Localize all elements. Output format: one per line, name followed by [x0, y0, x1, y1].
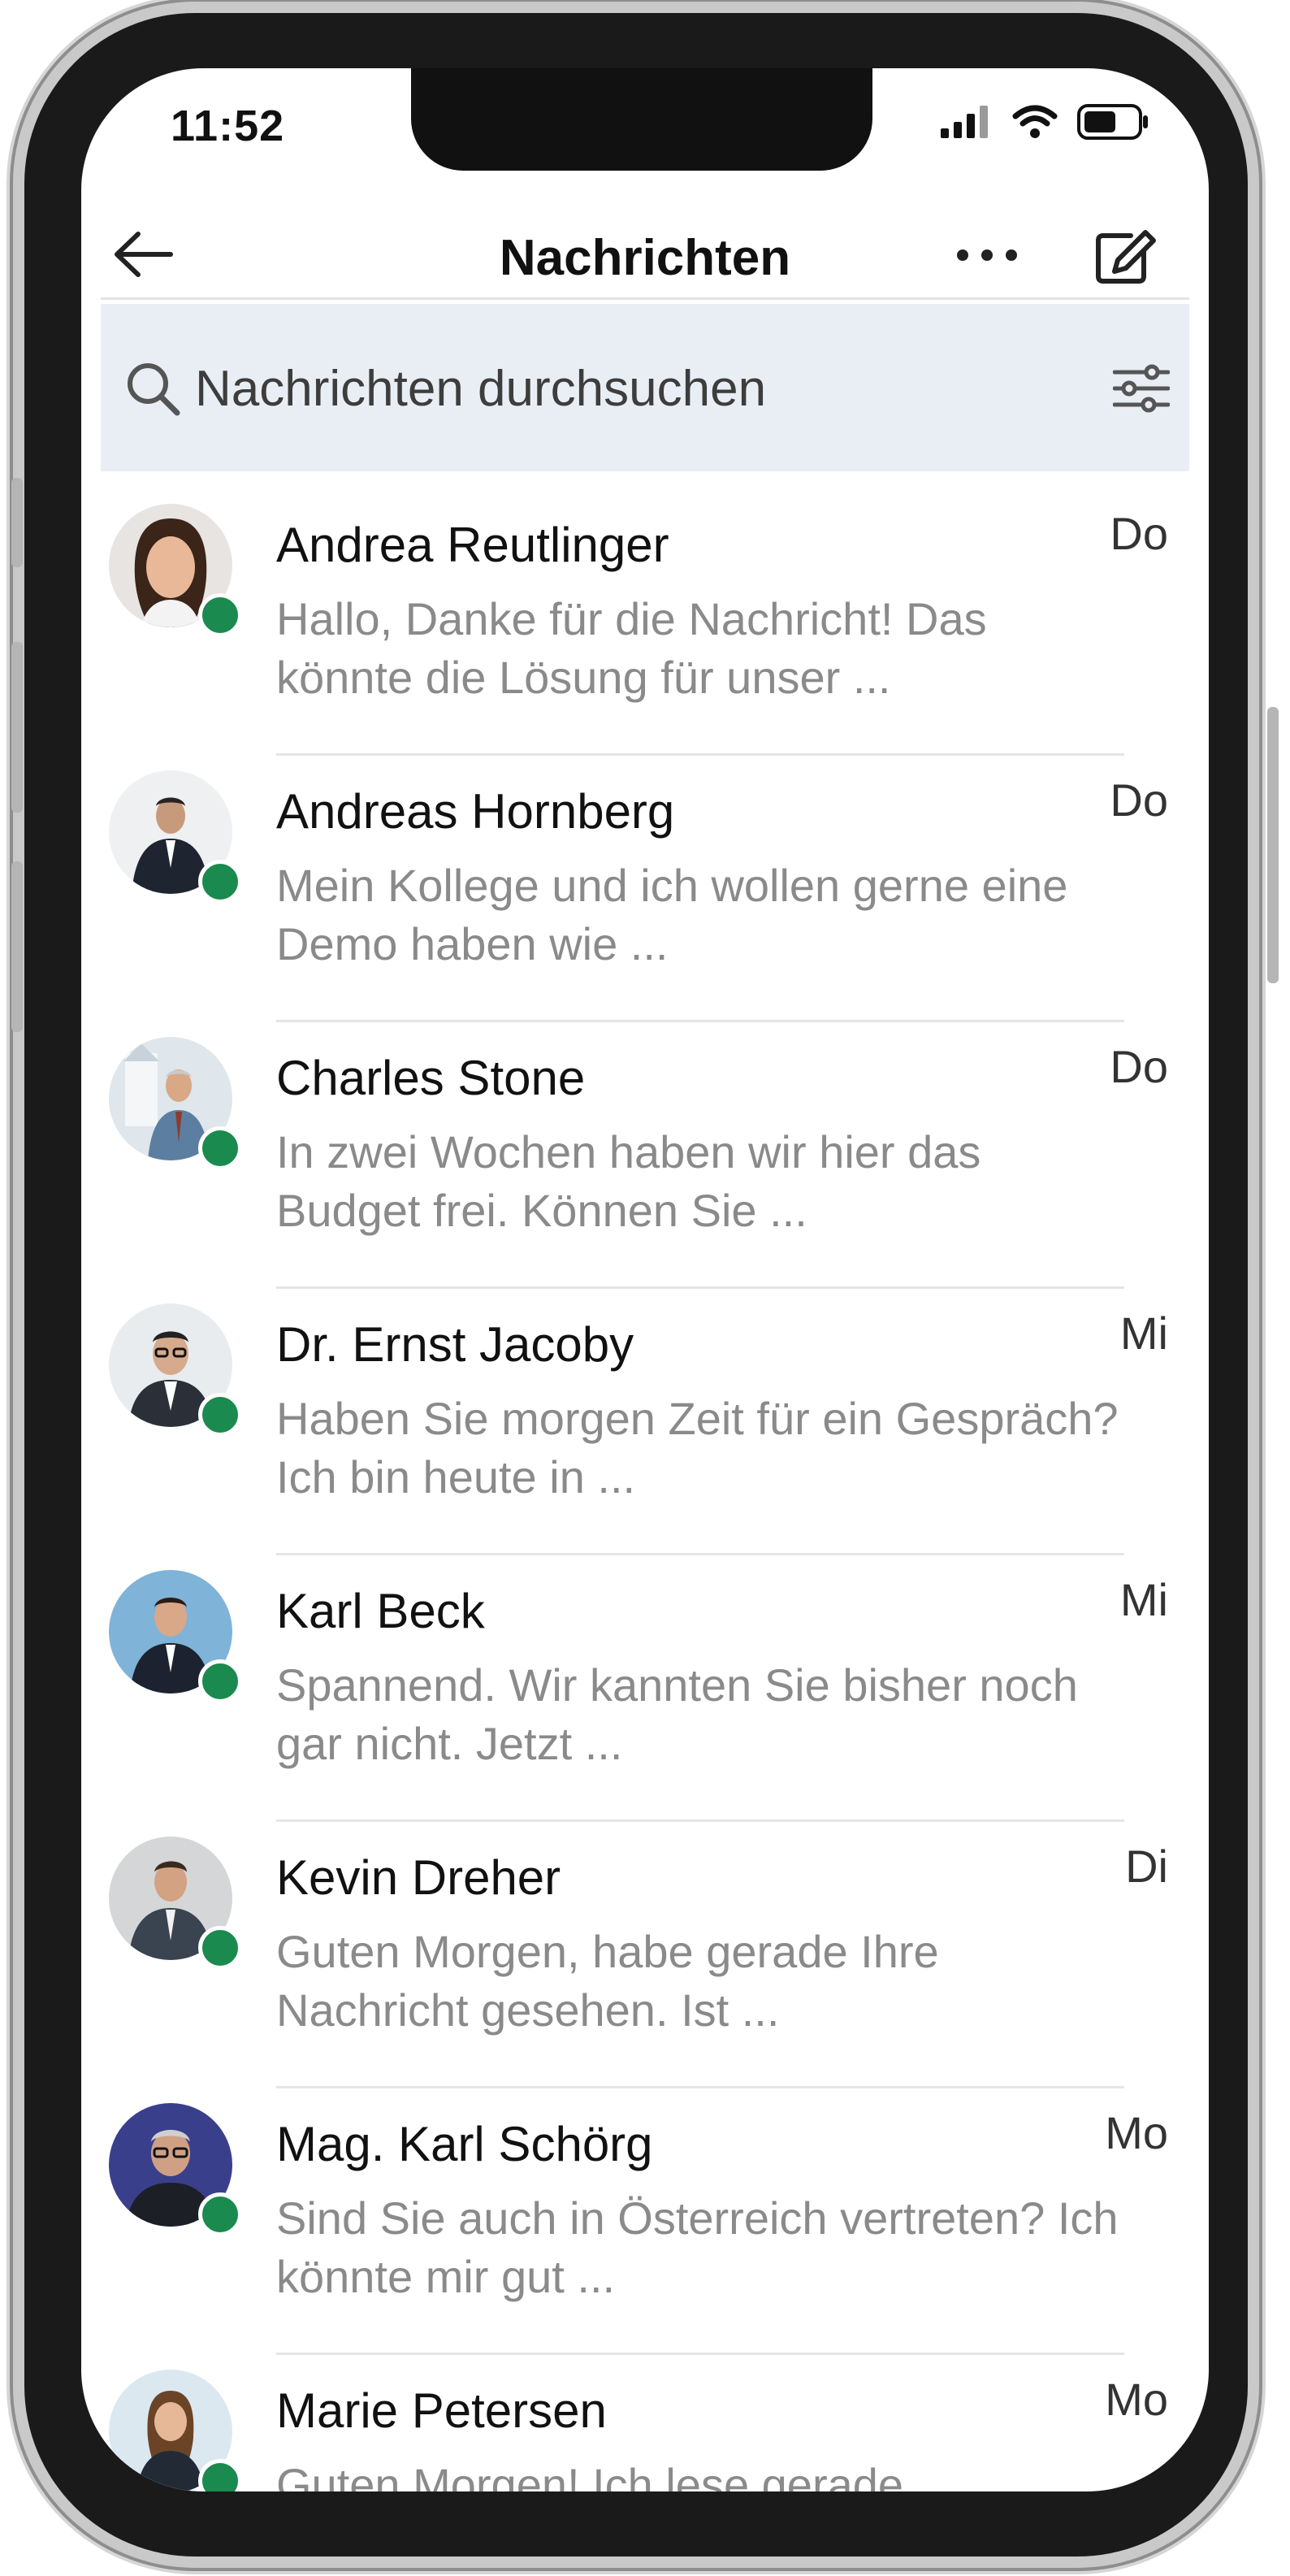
- conversation-item[interactable]: Andrea Reutlinger Do Hallo, Danke für di…: [81, 489, 1209, 756]
- conversation-item[interactable]: Dr. Ernst Jacoby Mi Haben Sie morgen Zei…: [81, 1289, 1209, 1555]
- contact-name: Charles Stone: [276, 1051, 586, 1105]
- battery-icon: [1077, 104, 1148, 140]
- phone-screen: 11:52 Nachrichten Nachrichten durchsuche…: [81, 68, 1209, 2491]
- filter-sliders-icon: [1112, 364, 1171, 413]
- avatar-wrap: [109, 1037, 242, 1170]
- avatar-wrap: [109, 1303, 242, 1437]
- compose-icon: [1096, 230, 1156, 284]
- message-preview: Guten Morgen, habe gerade Ihre Nachricht…: [276, 1926, 939, 2036]
- phone-side-button-volume-down: [11, 861, 23, 1032]
- wifi-icon: [1012, 105, 1058, 138]
- online-status-dot: [198, 2459, 242, 2491]
- message-day: Mo: [1105, 2374, 1168, 2425]
- conversation-item[interactable]: Charles Stone Do In zwei Wochen haben wi…: [81, 1022, 1209, 1289]
- online-status-dot: [198, 1126, 242, 1170]
- message-day: Di: [1125, 1841, 1168, 1892]
- search-input[interactable]: [195, 349, 1072, 427]
- phone-side-button-mute: [11, 478, 23, 567]
- avatar-wrap: [109, 770, 242, 904]
- avatar-wrap: [109, 1570, 242, 1703]
- message-day: Do: [1110, 508, 1168, 559]
- search-icon: [128, 363, 180, 416]
- compose-button[interactable]: [1093, 228, 1158, 286]
- online-status-dot: [198, 1659, 242, 1703]
- avatar-wrap: [109, 2370, 242, 2491]
- conversation-item[interactable]: Karl Beck Mi Spannend. Wir kannten Sie b…: [81, 1555, 1209, 1822]
- cellular-signal-icon: [941, 106, 988, 138]
- contact-name: Andrea Reutlinger: [276, 518, 669, 572]
- online-status-dot: [198, 2192, 242, 2236]
- page-title: Nachrichten: [499, 230, 791, 286]
- online-status-dot: [198, 860, 242, 904]
- message-day: Mo: [1105, 2107, 1168, 2158]
- conversation-item[interactable]: Marie Petersen Mo Guten Morgen! Ich lese…: [81, 2355, 1209, 2491]
- message-preview: Guten Morgen! Ich lese gerade: [276, 2459, 904, 2491]
- more-options-button[interactable]: [950, 231, 1024, 280]
- header-divider: [101, 297, 1189, 300]
- status-icons: [941, 104, 1150, 140]
- avatar-wrap: [109, 2103, 242, 2236]
- contact-name: Kevin Dreher: [276, 1850, 561, 1905]
- contact-name: Dr. Ernst Jacoby: [276, 1317, 634, 1372]
- message-preview: Mein Kollege und ich wollen gerne eine D…: [276, 860, 1068, 969]
- conversation-item[interactable]: Kevin Dreher Di Guten Morgen, habe gerad…: [81, 1822, 1209, 2088]
- contact-name: Karl Beck: [276, 1584, 485, 1638]
- contact-name: Marie Petersen: [276, 2383, 607, 2438]
- conversation-list: Andrea Reutlinger Do Hallo, Danke für di…: [81, 489, 1209, 2491]
- message-day: Mi: [1119, 1308, 1168, 1359]
- conversation-item[interactable]: Mag. Karl Schörg Mo Sind Sie auch in Öst…: [81, 2088, 1209, 2355]
- filter-button[interactable]: [1112, 364, 1171, 413]
- message-preview: Haben Sie morgen Zeit für ein Gespräch? …: [276, 1393, 1119, 1503]
- phone-side-button-power: [1267, 707, 1279, 983]
- contact-name: Mag. Karl Schörg: [276, 2117, 653, 2171]
- message-day: Do: [1110, 1041, 1168, 1092]
- conversation-item[interactable]: Andreas Hornberg Do Mein Kollege und ich…: [81, 756, 1209, 1022]
- message-preview: Sind Sie auch in Österreich vertreten? I…: [276, 2192, 1119, 2302]
- phone-side-button-volume-up: [11, 642, 23, 813]
- avatar-wrap: [109, 504, 242, 637]
- message-day: Mi: [1119, 1574, 1168, 1625]
- online-status-dot: [198, 1926, 242, 1970]
- camera-notch: [411, 68, 872, 171]
- message-preview: Spannend. Wir kannten Sie bisher noch ga…: [276, 1659, 1078, 1769]
- online-status-dot: [198, 593, 242, 637]
- status-time: 11:52: [171, 102, 285, 150]
- avatar-wrap: [109, 1837, 242, 1970]
- app-header: Nachrichten: [81, 206, 1209, 304]
- more-dots-icon: [957, 249, 1017, 261]
- online-status-dot: [198, 1393, 242, 1437]
- contact-name: Andreas Hornberg: [276, 784, 675, 839]
- message-day: Do: [1110, 774, 1168, 826]
- search-bar: [101, 304, 1189, 471]
- message-preview: Hallo, Danke für die Nachricht! Das könn…: [276, 593, 987, 703]
- message-preview: In zwei Wochen haben wir hier das Budget…: [276, 1126, 981, 1236]
